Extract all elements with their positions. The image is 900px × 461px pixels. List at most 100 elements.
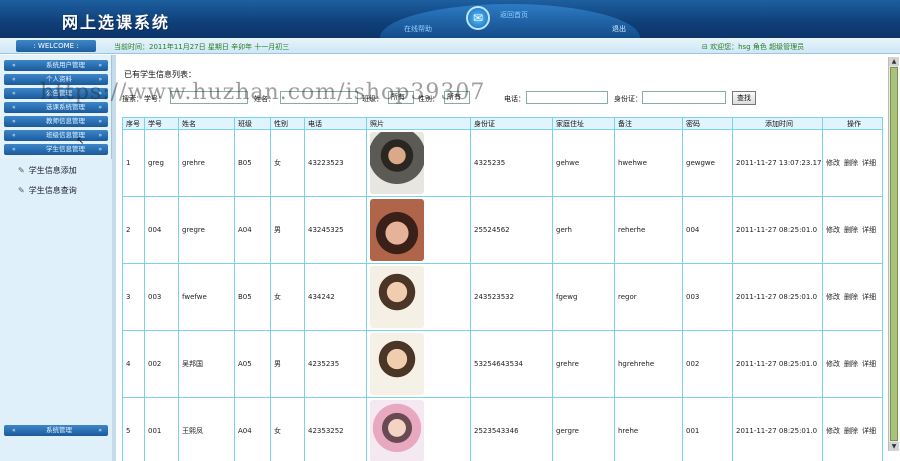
sidebar-link-add-student[interactable]: ✎ 学生信息添加 bbox=[18, 165, 77, 176]
pencil-icon: ✎ bbox=[18, 166, 25, 175]
cell-no: 2 bbox=[122, 196, 145, 264]
detail-link[interactable]: 详细 bbox=[862, 226, 876, 234]
col-header: 姓名 bbox=[178, 117, 235, 130]
cell-idcard: 243523532 bbox=[470, 263, 553, 331]
student-photo bbox=[370, 333, 424, 395]
sidebar-item-label: 系统管理 bbox=[46, 426, 72, 434]
delete-link[interactable]: 删除 bbox=[844, 226, 858, 234]
cell-idcard: 2523543346 bbox=[470, 397, 553, 461]
welcome-badge: : WELCOME : bbox=[16, 40, 96, 52]
cell-photo bbox=[366, 263, 471, 331]
logout-link[interactable]: 退出 bbox=[612, 24, 626, 34]
detail-link[interactable]: 详细 bbox=[862, 159, 876, 167]
chevron-left-icon: « bbox=[12, 118, 16, 125]
cell-photo bbox=[366, 397, 471, 461]
col-header: 添加时间 bbox=[732, 117, 823, 130]
idcard-label: 身份证： bbox=[614, 95, 642, 103]
cell-idcard: 53254643534 bbox=[470, 330, 553, 398]
col-header: 照片 bbox=[366, 117, 471, 130]
sidebar-item-teachers[interactable]: « 教师信息管理 » bbox=[4, 116, 108, 127]
cell-sno: greg bbox=[144, 129, 179, 197]
sidebar-link-query-student[interactable]: ✎ 学生信息查询 bbox=[18, 185, 77, 196]
user-info: ⊟ 欢迎您：hsg 角色 超级管理员 bbox=[702, 42, 804, 52]
cell-sno: 003 bbox=[144, 263, 179, 331]
detail-link[interactable]: 详细 bbox=[862, 360, 876, 368]
delete-link[interactable]: 删除 bbox=[844, 159, 858, 167]
cell-sex: 女 bbox=[270, 263, 305, 331]
sidebar-link-label: 学生信息查询 bbox=[28, 186, 77, 195]
edit-link[interactable]: 修改 bbox=[826, 427, 840, 435]
cell-password: 001 bbox=[682, 397, 733, 461]
cell-no: 3 bbox=[122, 263, 145, 331]
scroll-down-icon[interactable]: ▼ bbox=[889, 442, 899, 451]
cell-sno: 002 bbox=[144, 330, 179, 398]
delete-link[interactable]: 删除 bbox=[844, 427, 858, 435]
home-link[interactable]: 返回首页 bbox=[500, 10, 528, 20]
sidebar-item-system-admin[interactable]: « 系统管理 » bbox=[4, 425, 108, 436]
col-header: 学号 bbox=[144, 117, 179, 130]
chevron-right-icon: » bbox=[98, 146, 102, 153]
chevron-left-icon: « bbox=[12, 104, 16, 111]
col-header: 家庭住址 bbox=[552, 117, 615, 130]
chevron-right-icon: » bbox=[98, 62, 102, 69]
phone-input[interactable] bbox=[526, 91, 608, 104]
sidebar-item-label: 教师信息管理 bbox=[46, 117, 85, 125]
cell-password: gewgwe bbox=[682, 129, 733, 197]
cell-photo bbox=[366, 330, 471, 398]
cell-class: A05 bbox=[234, 330, 271, 398]
delete-link[interactable]: 删除 bbox=[844, 360, 858, 368]
cell-name: 王熙凤 bbox=[178, 397, 235, 461]
cell-time: 2011-11-27 13:07:23.17 bbox=[732, 129, 823, 197]
detail-link[interactable]: 详细 bbox=[862, 427, 876, 435]
cell-ops: 修改 删除 详细 bbox=[822, 397, 883, 461]
cell-address: gergre bbox=[552, 397, 615, 461]
delete-link[interactable]: 删除 bbox=[844, 293, 858, 301]
edit-link[interactable]: 修改 bbox=[826, 360, 840, 368]
cell-note: reherhe bbox=[614, 196, 683, 264]
scrollbar-thumb[interactable] bbox=[890, 67, 898, 441]
col-header: 性别 bbox=[270, 117, 305, 130]
edit-link[interactable]: 修改 bbox=[826, 293, 840, 301]
cell-address: fgewg bbox=[552, 263, 615, 331]
sidebar-item-students[interactable]: «学生信息管理» bbox=[4, 144, 108, 155]
cell-note: regor bbox=[614, 263, 683, 331]
cell-class: B05 bbox=[234, 129, 271, 197]
idcard-input[interactable] bbox=[642, 91, 726, 104]
cell-photo bbox=[366, 129, 471, 197]
student-photo bbox=[370, 199, 424, 261]
welcome-text: WELCOME bbox=[37, 42, 75, 50]
mail-icon[interactable]: ✉ bbox=[466, 6, 490, 30]
user-info-text: 欢迎您：hsg 角色 超级管理员 bbox=[710, 43, 805, 51]
section-title: 已有学生信息列表： bbox=[124, 70, 196, 79]
col-header: 序号 bbox=[122, 117, 145, 130]
cell-time: 2011-11-27 08:25:01.0 bbox=[732, 263, 823, 331]
col-header: 班级 bbox=[234, 117, 271, 130]
table-row: 1 greg grehre B05 女 43223523 4325235 geh… bbox=[122, 129, 883, 197]
cell-idcard: 4325235 bbox=[470, 129, 553, 197]
table-header-row: 序号 学号 姓名 班级 性别 电话 照片 身份证 家庭住址 备注 密码 添加时间… bbox=[122, 117, 883, 130]
sidebar: «系统用户管理» «个人资料» «公告管理» «选课系统管理» «教师信息管理»… bbox=[0, 55, 112, 461]
cell-note: hwehwe bbox=[614, 129, 683, 197]
cell-address: gehwe bbox=[552, 129, 615, 197]
sidebar-item-classes[interactable]: «班级信息管理» bbox=[4, 130, 108, 141]
search-button[interactable]: 查找 bbox=[732, 91, 756, 105]
cell-photo bbox=[366, 196, 471, 264]
top-banner: 网上选课系统 在线帮助 ✉ 返回首页 退出 bbox=[0, 0, 900, 38]
edit-link[interactable]: 修改 bbox=[826, 159, 840, 167]
col-header: 电话 bbox=[304, 117, 367, 130]
cell-no: 5 bbox=[122, 397, 145, 461]
help-link[interactable]: 在线帮助 bbox=[404, 24, 432, 34]
cell-class: B05 bbox=[234, 263, 271, 331]
cell-sex: 男 bbox=[270, 196, 305, 264]
cell-idcard: 25524562 bbox=[470, 196, 553, 264]
scroll-up-icon[interactable]: ▲ bbox=[889, 57, 899, 66]
col-header: 密码 bbox=[682, 117, 733, 130]
detail-link[interactable]: 详细 bbox=[862, 293, 876, 301]
table-row: 2 004 gregre A04 男 43245325 25524562 ger… bbox=[122, 196, 883, 264]
sidebar-item-system-users[interactable]: « 系统用户管理 » bbox=[4, 60, 108, 71]
table-row: 4 002 吴邦国 A05 男 4235235 53254643534 greh… bbox=[122, 330, 883, 398]
cell-address: gerh bbox=[552, 196, 615, 264]
cell-sex: 女 bbox=[270, 397, 305, 461]
vertical-scrollbar[interactable]: ▲ ▼ bbox=[888, 57, 899, 451]
edit-link[interactable]: 修改 bbox=[826, 226, 840, 234]
